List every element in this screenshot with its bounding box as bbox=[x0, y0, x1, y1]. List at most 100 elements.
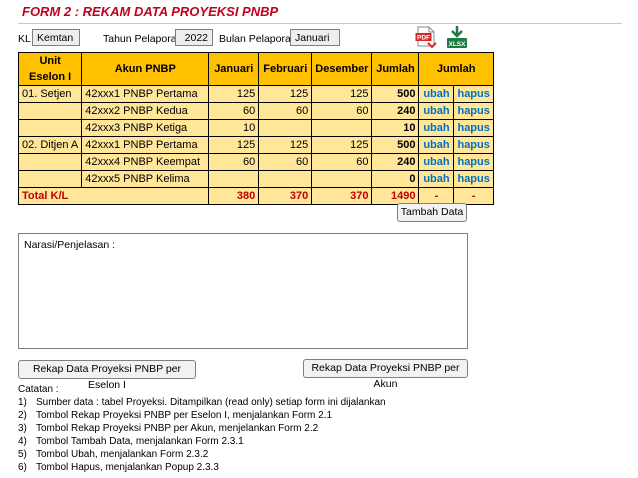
catatan-number: 3) bbox=[18, 423, 27, 434]
hapus-link[interactable]: hapus bbox=[453, 85, 494, 103]
table-row: 02. Ditjen A 42xxx1 PNBP Pertama 125 125… bbox=[17, 136, 494, 154]
cell-januari: 60 bbox=[208, 102, 260, 120]
cell-unit bbox=[17, 119, 83, 137]
cell-unit: 02. Ditjen A bbox=[17, 136, 83, 154]
bulan-label: Bulan Pelaporan bbox=[219, 33, 297, 45]
cell-desember bbox=[311, 170, 373, 188]
cell-unit bbox=[17, 153, 83, 171]
ubah-link[interactable]: ubah bbox=[418, 136, 455, 154]
catatan-item: 3) Tombol Rekap Proyeksi PNBP per Akun, m… bbox=[18, 422, 386, 435]
cell-februari: 125 bbox=[258, 85, 313, 103]
pdf-icon-text: PDF bbox=[417, 35, 430, 42]
ubah-link[interactable]: ubah bbox=[418, 102, 455, 120]
cell-unit bbox=[17, 102, 83, 120]
kl-label: KL bbox=[18, 33, 31, 45]
rekap-akun-button[interactable]: Rekap Data Proyeksi PNBP per Akun bbox=[303, 359, 468, 390]
cell-akun: 42xxx4 PNBP Keempat bbox=[81, 153, 210, 171]
narasi-textarea[interactable]: Narasi/Penjelasan : bbox=[18, 233, 468, 349]
cell-akun: 42xxx5 PNBP Kelima bbox=[81, 170, 210, 188]
hapus-link[interactable]: hapus bbox=[453, 170, 494, 188]
ubah-link[interactable]: ubah bbox=[418, 119, 455, 137]
tahun-field[interactable]: 2022 bbox=[175, 29, 213, 46]
hapus-link[interactable]: hapus bbox=[453, 136, 494, 154]
catatan-item: 5) Tombol Ubah, menjalankan Form 2.3.2 bbox=[18, 448, 386, 461]
table-row: 42xxx2 PNBP Kedua 60 60 60 240 ubah hapu… bbox=[17, 102, 494, 120]
rekap-eselon-button[interactable]: Rekap Data Proyeksi PNBP per Eselon I bbox=[18, 360, 196, 391]
cell-januari: 60 bbox=[208, 153, 260, 171]
header-jumlah: Jumlah bbox=[371, 52, 420, 86]
title-divider bbox=[18, 23, 622, 24]
pdf-export-icon[interactable]: PDF bbox=[415, 26, 437, 50]
cell-akun: 42xxx2 PNBP Kedua bbox=[81, 102, 210, 120]
total-januari: 380 bbox=[208, 187, 260, 205]
catatan-number: 1) bbox=[18, 397, 27, 408]
catatan-item: 1) Sumber data : tabel Proyeksi. Ditampil… bbox=[18, 396, 386, 409]
cell-januari bbox=[208, 170, 260, 188]
ubah-link[interactable]: ubah bbox=[418, 85, 455, 103]
catatan-text: Tombol Ubah, menjalankan Form 2.3.2 bbox=[36, 449, 209, 460]
catatan-number: 6) bbox=[18, 462, 27, 473]
table-row: 42xxx5 PNBP Kelima 0 ubah hapus bbox=[17, 170, 494, 188]
xlsx-icon-text: XLSX bbox=[449, 41, 467, 48]
table-header-row: Unit Eselon I Akun PNBP Januari Februari… bbox=[17, 52, 494, 86]
cell-februari: 60 bbox=[258, 153, 313, 171]
proyeksi-table: Unit Eselon I Akun PNBP Januari Februari… bbox=[17, 52, 494, 205]
cell-akun: 42xxx1 PNBP Pertama bbox=[81, 136, 210, 154]
catatan-number: 2) bbox=[18, 410, 27, 421]
catatan-text: Tombol Rekap Proyeksi PNBP per Eselon I,… bbox=[36, 410, 333, 421]
cell-akun: 42xxx1 PNBP Pertama bbox=[81, 85, 210, 103]
total-ubah: - bbox=[418, 187, 455, 205]
total-hapus: - bbox=[453, 187, 494, 205]
xlsx-export-icon[interactable]: XLSX bbox=[446, 26, 468, 50]
cell-desember: 60 bbox=[311, 102, 373, 120]
catatan-text: Tombol Rekap Proyeksi PNBP per Akun, men… bbox=[36, 423, 319, 434]
cell-jumlah: 10 bbox=[371, 119, 420, 137]
catatan-text: Tombol Hapus, menjalankan Popup 2.3.3 bbox=[36, 462, 219, 473]
cell-februari: 125 bbox=[258, 136, 313, 154]
header-akun: Akun PNBP bbox=[81, 52, 210, 86]
cell-unit bbox=[17, 170, 83, 188]
header-jumlah-aksi: Jumlah bbox=[418, 52, 494, 86]
header-januari: Januari bbox=[208, 52, 260, 86]
total-jumlah: 1490 bbox=[371, 187, 420, 205]
catatan-item: 2) Tombol Rekap Proyeksi PNBP per Eselon … bbox=[18, 409, 386, 422]
catatan-item: 6) Tombol Hapus, menjalankan Popup 2.3.3 bbox=[18, 461, 386, 474]
cell-februari bbox=[258, 119, 313, 137]
cell-jumlah: 240 bbox=[371, 153, 420, 171]
total-label: Total K/L bbox=[17, 187, 210, 205]
table-row: 42xxx3 PNBP Ketiga 10 10 ubah hapus bbox=[17, 119, 494, 137]
cell-jumlah: 500 bbox=[371, 85, 420, 103]
cell-desember: 125 bbox=[311, 136, 373, 154]
ubah-link[interactable]: ubah bbox=[418, 153, 455, 171]
cell-januari: 10 bbox=[208, 119, 260, 137]
ubah-link[interactable]: ubah bbox=[418, 170, 455, 188]
hapus-link[interactable]: hapus bbox=[453, 102, 494, 120]
catatan-number: 4) bbox=[18, 436, 27, 447]
header-unit: Unit Eselon I bbox=[17, 52, 83, 86]
narasi-label: Narasi/Penjelasan : bbox=[24, 239, 116, 251]
cell-jumlah: 240 bbox=[371, 102, 420, 120]
cell-desember bbox=[311, 119, 373, 137]
catatan-text: Sumber data : tabel Proyeksi. Ditampilka… bbox=[36, 397, 386, 408]
cell-jumlah: 500 bbox=[371, 136, 420, 154]
catatan-section: Catatan : 1) Sumber data : tabel Proyeksi… bbox=[18, 383, 386, 474]
hapus-link[interactable]: hapus bbox=[453, 119, 494, 137]
cell-desember: 60 bbox=[311, 153, 373, 171]
hapus-link[interactable]: hapus bbox=[453, 153, 494, 171]
table-row: 01. Setjen 42xxx1 PNBP Pertama 125 125 1… bbox=[17, 85, 494, 103]
total-desember: 370 bbox=[311, 187, 373, 205]
tambah-data-button[interactable]: Tambah Data bbox=[397, 203, 467, 222]
cell-jumlah: 0 bbox=[371, 170, 420, 188]
cell-februari: 60 bbox=[258, 102, 313, 120]
table-row: 42xxx4 PNBP Keempat 60 60 60 240 ubah ha… bbox=[17, 153, 494, 171]
cell-januari: 125 bbox=[208, 136, 260, 154]
cell-akun: 42xxx3 PNBP Ketiga bbox=[81, 119, 210, 137]
kl-field[interactable]: Kemtan bbox=[32, 29, 80, 46]
total-februari: 370 bbox=[258, 187, 313, 205]
cell-februari bbox=[258, 170, 313, 188]
header-desember: Desember bbox=[311, 52, 373, 86]
catatan-item: 4) Tombol Tambah Data, menjalankan Form 2… bbox=[18, 435, 386, 448]
bulan-field[interactable]: Januari bbox=[290, 29, 340, 46]
cell-unit: 01. Setjen bbox=[17, 85, 83, 103]
tahun-label: Tahun Pelaporan bbox=[103, 33, 183, 45]
